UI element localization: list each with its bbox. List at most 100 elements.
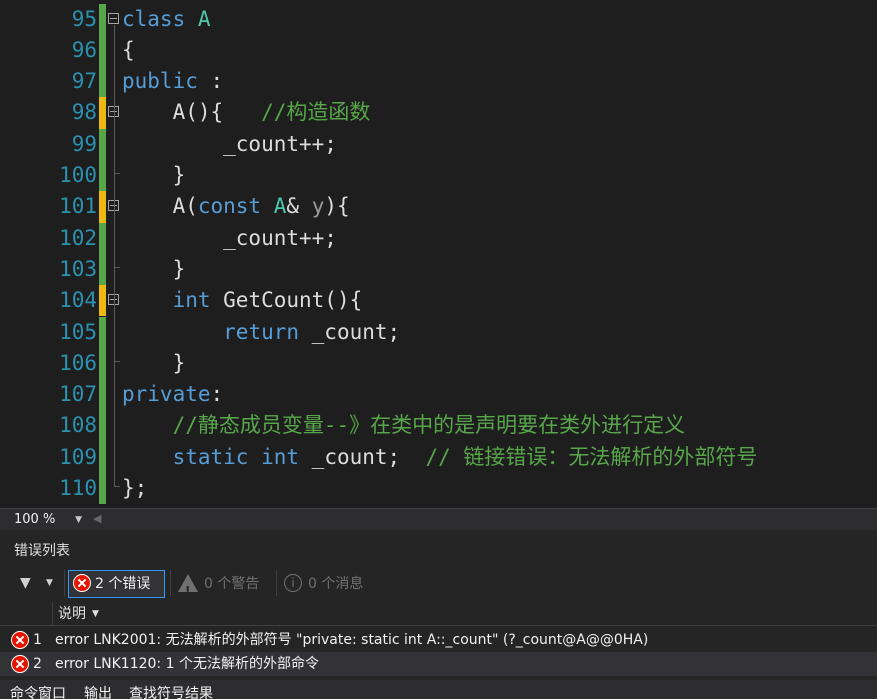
messages-filter-toggle[interactable]: i 0 个消息	[284, 570, 363, 598]
code-text[interactable]: int GetCount(){	[122, 285, 363, 316]
outline-guide	[114, 118, 115, 173]
change-indicator	[99, 253, 106, 286]
change-indicator	[99, 316, 106, 348]
code-line[interactable]: 106 }	[0, 347, 877, 380]
collapse-icon[interactable]	[108, 12, 119, 24]
code-token: A	[197, 6, 211, 31]
code-token: // 链接错误：无法解析的外部符号	[425, 444, 758, 469]
error-list-panel: 错误列表 ▼ ▼ 2 个错误 0 个警告 i 0 个消息 说明 ▼ 1 error …	[0, 530, 877, 680]
code-line[interactable]: 105 return _count;	[0, 316, 877, 348]
toolbar-separator	[170, 570, 171, 596]
line-number: 100	[59, 163, 97, 187]
tab-command-window[interactable]: 命令窗口	[10, 686, 66, 699]
code-text[interactable]: public :	[122, 66, 223, 97]
code-line[interactable]: 100 }	[0, 160, 877, 192]
code-token: A	[273, 194, 287, 219]
filter-button[interactable]: ▼ ▼	[14, 573, 60, 595]
change-indicator	[99, 66, 106, 98]
error-row[interactable]: 1 error LNK2001: 无法解析的外部符号 "private: sta…	[0, 628, 877, 652]
error-row[interactable]: 2 error LNK1120: 1 个无法解析的外部命令	[0, 652, 877, 676]
code-token: :	[197, 69, 224, 94]
scroll-left-icon[interactable]: ◀	[93, 512, 101, 525]
toolbar-separator	[276, 570, 277, 596]
code-line[interactable]: 97 public :	[0, 66, 877, 98]
code-editor[interactable]: 95 class A 96{97 public :98 A(){ //构造函数 99 _…	[0, 0, 877, 508]
code-line[interactable]: 103 }	[0, 253, 877, 286]
code-text[interactable]: _count++;	[122, 223, 337, 254]
change-indicator	[99, 222, 106, 254]
warning-icon	[178, 573, 198, 605]
code-text[interactable]: //静态成员变量--》在类中的是声明要在类外进行定义	[122, 410, 686, 441]
line-number: 108	[59, 413, 97, 438]
description-column-header[interactable]: 说明 ▼	[58, 602, 99, 626]
code-text[interactable]: A(){ //构造函数	[122, 97, 371, 128]
code-text[interactable]: }	[122, 348, 186, 379]
code-line[interactable]: 110};	[0, 473, 877, 505]
change-indicator	[99, 191, 106, 223]
messages-count-label: 0 个消息	[308, 576, 364, 592]
code-text[interactable]: {	[122, 35, 135, 66]
line-number: 102	[59, 225, 97, 250]
code-text[interactable]: A(const A& y){	[122, 191, 350, 222]
error-description: error LNK1120: 1 个无法解析的外部命令	[55, 656, 319, 672]
outline-guide-end	[114, 173, 120, 174]
code-text[interactable]: _count++;	[122, 129, 337, 160]
warnings-filter-toggle[interactable]: 0 个警告	[178, 570, 259, 605]
error-icon	[11, 631, 29, 649]
column-separator[interactable]	[52, 602, 53, 626]
line-number: 104	[59, 288, 97, 313]
code-token: _count++;	[122, 225, 337, 250]
bottom-tool-tabs: 命令窗口 输出 查找符号结果	[0, 680, 877, 699]
outline-guide-end	[114, 266, 120, 268]
code-line[interactable]: 96 {	[0, 34, 877, 67]
code-text[interactable]: return _count;	[122, 317, 400, 348]
filter-icon: ▼	[20, 575, 31, 591]
tab-find-symbol-results[interactable]: 查找符号结果	[129, 686, 213, 699]
line-number: 103	[59, 256, 97, 281]
code-token: }	[122, 256, 186, 281]
error-description: error LNK2001: 无法解析的外部符号 "private: stati…	[55, 632, 649, 648]
code-line[interactable]: 95 class A	[0, 3, 877, 35]
code-line[interactable]: 108 //静态成员变量--》在类中的是声明要在类外进行定义	[0, 410, 877, 442]
code-line[interactable]: 107 private:	[0, 379, 877, 411]
code-text[interactable]: }	[122, 160, 186, 191]
line-number: 101	[59, 194, 97, 219]
code-token: &	[286, 194, 312, 219]
code-text[interactable]: class A	[122, 4, 211, 35]
zoom-value: 100 %	[14, 512, 56, 527]
error-number: 2	[33, 656, 42, 672]
code-token: int	[172, 288, 211, 313]
code-token: _count;	[299, 319, 401, 344]
code-text[interactable]: static int _count; // 链接错误：无法解析的外部符号	[122, 442, 758, 473]
code-token: private	[122, 382, 211, 407]
code-line[interactable]: 104 int GetCount(){	[0, 285, 877, 317]
code-token: {	[122, 37, 135, 62]
code-line[interactable]: 101 A(const A& y){	[0, 191, 877, 223]
code-text[interactable]: private:	[122, 379, 223, 410]
code-line[interactable]: 102 _count++;	[0, 222, 877, 254]
errors-filter-toggle[interactable]: 2 个错误	[68, 570, 165, 598]
code-token: return	[223, 319, 300, 344]
code-token: A(){	[122, 100, 262, 125]
line-number: 98	[71, 100, 97, 125]
info-icon: i	[284, 573, 302, 592]
code-line[interactable]: 99 _count++;	[0, 128, 877, 160]
code-token: :	[210, 382, 224, 407]
line-number: 109	[59, 444, 97, 469]
code-text[interactable]: };	[122, 473, 147, 504]
code-text[interactable]: }	[122, 254, 186, 285]
change-indicator	[99, 347, 106, 380]
tab-output[interactable]: 输出	[84, 686, 112, 699]
code-token: //构造函数	[261, 100, 371, 125]
error-list-column-header: 说明 ▼	[0, 602, 877, 626]
zoom-dropdown[interactable]: 100 % ▼	[8, 511, 86, 529]
code-token: const	[197, 194, 262, 219]
errors-count-label: 2 个错误	[95, 576, 151, 592]
code-line[interactable]: 109 static int _count; // 链接错误：无法解析的外部符号	[0, 441, 877, 473]
code-line[interactable]: 98 A(){ //构造函数	[0, 97, 877, 129]
line-number: 107	[59, 382, 97, 407]
change-indicator	[99, 410, 106, 442]
error-number: 1	[33, 632, 42, 648]
